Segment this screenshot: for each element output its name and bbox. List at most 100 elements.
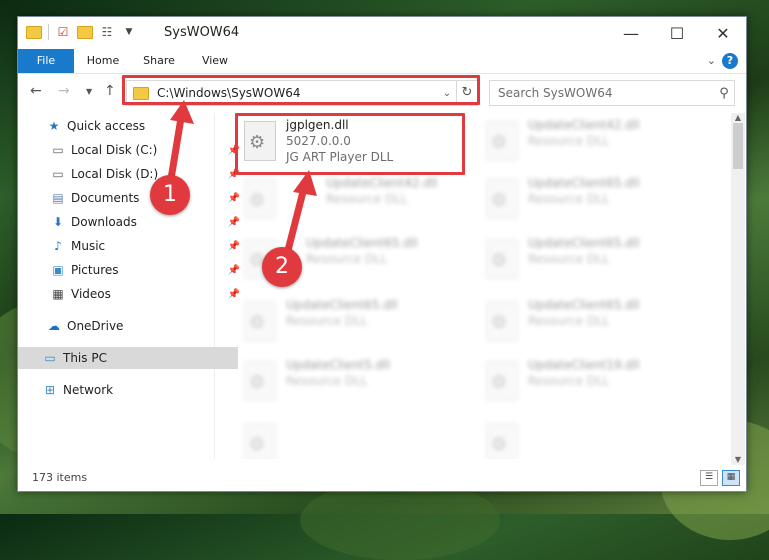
view-toggle: ☰ ▦ bbox=[700, 470, 740, 486]
dll-file-icon bbox=[486, 121, 518, 161]
file-description: Resource DLL bbox=[528, 374, 610, 388]
tab-file[interactable]: File bbox=[18, 49, 74, 73]
list-item[interactable]: UpdateClient5.dll Resource DLL bbox=[238, 357, 462, 415]
file-item-jgplgen[interactable]: jgplgen.dll 5027.0.0.0 JG ART Player DLL bbox=[238, 117, 462, 175]
file-description: Resource DLL bbox=[528, 252, 610, 266]
list-item[interactable]: UpdateClient65.dll Resource DLL bbox=[480, 297, 704, 355]
sidebar-item-label: OneDrive bbox=[67, 319, 124, 333]
minimize-button[interactable]: — bbox=[608, 17, 654, 49]
file-description: Resource DLL bbox=[528, 192, 610, 206]
file-description: Resource DLL bbox=[286, 314, 368, 328]
item-count: 173 items bbox=[32, 471, 88, 484]
chevron-down-icon[interactable]: ⌄ bbox=[438, 88, 456, 99]
search-input[interactable]: Search SysWOW64 bbox=[490, 86, 714, 100]
sidebar-item-quick-access[interactable]: ★ Quick access bbox=[18, 115, 242, 137]
navigation-pane: ★ Quick access ▭ Local Disk (C:) 📌 ▭ Loc… bbox=[18, 113, 240, 459]
help-button[interactable]: ? bbox=[722, 53, 738, 69]
ribbon-tabs: File Home Share View ⌄ ? bbox=[18, 49, 746, 74]
file-name: UpdateClient65.dll bbox=[286, 298, 398, 312]
file-description: Resource DLL bbox=[306, 252, 388, 266]
dll-file-icon bbox=[244, 423, 276, 459]
sidebar-item-music[interactable]: ♪ Music 📌 bbox=[18, 235, 246, 257]
list-item[interactable]: UpdateClient65.dll Resource DLL bbox=[480, 235, 704, 293]
scroll-up-icon[interactable]: ▲ bbox=[731, 113, 745, 123]
sidebar-item-label: Quick access bbox=[67, 119, 146, 133]
sidebar-item-onedrive[interactable]: ☁ OneDrive bbox=[18, 315, 242, 337]
sidebar-item-downloads[interactable]: ⬇ Downloads 📌 bbox=[18, 211, 246, 233]
file-description: Resource DLL bbox=[286, 374, 368, 388]
search-icon: ⚲ bbox=[719, 85, 729, 101]
customize-toolbar-icon[interactable]: ☷ bbox=[99, 24, 115, 40]
search-box[interactable]: Search SysWOW64 ⚲ bbox=[489, 80, 735, 106]
sidebar-item-videos[interactable]: ▦ Videos 📌 bbox=[18, 283, 246, 305]
file-name: UpdateClient65.dll bbox=[528, 298, 640, 312]
window-title: SysWOW64 bbox=[164, 25, 240, 40]
file-description: Resource DLL bbox=[326, 192, 408, 206]
music-icon: ♪ bbox=[54, 239, 62, 253]
sidebar-item-local-disk-d[interactable]: ▭ Local Disk (D:) 📌 bbox=[18, 163, 246, 185]
sidebar-item-network[interactable]: ⊞ Network bbox=[18, 379, 238, 401]
list-item[interactable]: UpdateClient65.dll Resource DLL bbox=[480, 175, 704, 233]
navigation-bar: ← → ▼ ↑ C:\Windows\SysWOW64 ⌄ ↻ Search S… bbox=[18, 74, 746, 108]
explorer-window: ☑ ☷ ▼ SysWOW64 — ☐ ✕ File Home Share Vie… bbox=[17, 16, 747, 492]
file-name: UpdateClient65.dll bbox=[306, 236, 418, 250]
step-2-badge: 2 bbox=[262, 247, 302, 287]
file-name: UpdateClient42.dll bbox=[326, 176, 438, 190]
list-item[interactable]: UpdateClient42.dll Resource DLL bbox=[238, 175, 462, 233]
chevron-down-icon[interactable]: ▼ bbox=[121, 24, 137, 40]
sidebar-item-label: Videos bbox=[71, 287, 111, 301]
status-bar: 173 items ☰ ▦ bbox=[18, 465, 746, 491]
file-description: JG ART Player DLL bbox=[286, 150, 394, 164]
sidebar-item-documents[interactable]: ▤ Documents 📌 bbox=[18, 187, 246, 209]
file-name: UpdateClient5.dll bbox=[286, 358, 390, 372]
forward-button[interactable]: → bbox=[58, 83, 70, 99]
list-item[interactable] bbox=[238, 419, 462, 459]
network-icon: ⊞ bbox=[44, 383, 56, 397]
sidebar-item-this-pc[interactable]: ▭ This PC bbox=[18, 347, 238, 369]
dll-file-icon bbox=[486, 361, 518, 401]
list-item[interactable]: UpdateClient65.dll Resource DLL bbox=[238, 297, 462, 355]
sidebar-item-label: Local Disk (C:) bbox=[71, 143, 158, 157]
tiles-view-icon[interactable]: ▦ bbox=[722, 470, 740, 486]
sidebar-item-label: Pictures bbox=[71, 263, 119, 277]
details-view-icon[interactable]: ☰ bbox=[700, 470, 718, 486]
file-description: Resource DLL bbox=[528, 134, 610, 148]
scroll-down-icon[interactable]: ▼ bbox=[731, 455, 745, 465]
address-path[interactable]: C:\Windows\SysWOW64 bbox=[157, 86, 438, 100]
drive-icon: ▭ bbox=[52, 143, 64, 157]
properties-icon[interactable]: ☑ bbox=[55, 24, 71, 40]
up-button[interactable]: ↑ bbox=[104, 83, 116, 99]
back-button[interactable]: ← bbox=[30, 83, 42, 99]
sidebar-item-pictures[interactable]: ▣ Pictures 📌 bbox=[18, 259, 246, 281]
sidebar-item-label: Network bbox=[63, 383, 114, 397]
maximize-button[interactable]: ☐ bbox=[654, 17, 700, 49]
sidebar-item-local-disk-c[interactable]: ▭ Local Disk (C:) 📌 bbox=[18, 139, 246, 161]
recent-locations-icon[interactable]: ▼ bbox=[86, 87, 92, 96]
scroll-thumb[interactable] bbox=[733, 123, 743, 169]
folder-icon bbox=[133, 86, 149, 100]
dll-file-icon bbox=[486, 301, 518, 341]
address-bar[interactable]: C:\Windows\SysWOW64 ⌄ ↻ bbox=[126, 80, 478, 106]
file-name: UpdateClient65.dll bbox=[528, 176, 640, 190]
file-name: UpdateClient19.dll bbox=[528, 358, 640, 372]
sidebar-item-label: Downloads bbox=[71, 215, 137, 229]
list-item[interactable]: UpdateClient19.dll Resource DLL bbox=[480, 357, 704, 415]
tab-view[interactable]: View bbox=[190, 49, 240, 73]
close-button[interactable]: ✕ bbox=[700, 17, 746, 49]
new-folder-icon[interactable] bbox=[77, 24, 93, 40]
dll-file-icon bbox=[244, 179, 276, 219]
file-description: Resource DLL bbox=[528, 314, 610, 328]
list-item[interactable]: UpdateClient42.dll Resource DLL bbox=[480, 117, 704, 175]
videos-icon: ▦ bbox=[52, 287, 64, 301]
list-item[interactable] bbox=[480, 419, 704, 459]
this-pc-icon: ▭ bbox=[44, 351, 56, 365]
dll-file-icon bbox=[244, 361, 276, 401]
tab-share[interactable]: Share bbox=[134, 49, 184, 73]
tab-home[interactable]: Home bbox=[78, 49, 128, 73]
vertical-scrollbar[interactable]: ▲ ▼ bbox=[731, 113, 745, 465]
dll-file-icon bbox=[244, 121, 276, 161]
pictures-icon: ▣ bbox=[52, 263, 64, 277]
dll-file-icon bbox=[486, 239, 518, 279]
ribbon-expand-icon[interactable]: ⌄ bbox=[707, 54, 716, 67]
refresh-icon[interactable]: ↻ bbox=[456, 81, 477, 105]
